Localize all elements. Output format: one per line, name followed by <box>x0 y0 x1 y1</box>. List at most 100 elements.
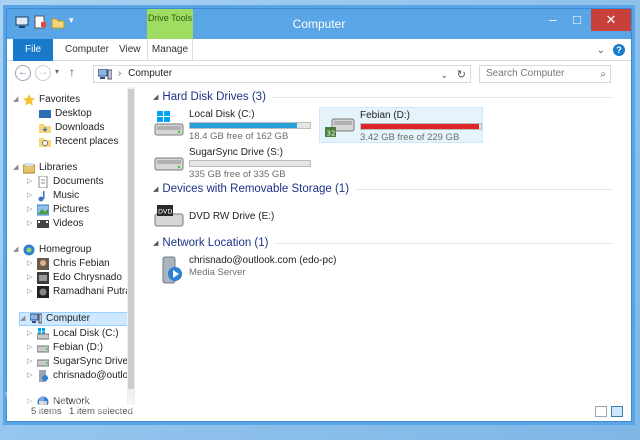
forward-button[interactable]: → <box>35 65 51 81</box>
drive-usage-bar <box>360 123 482 130</box>
nav-favorites[interactable]: ◢ Favorites <box>13 93 80 107</box>
downloads-folder-icon <box>39 122 51 134</box>
media-server-type: Media Server <box>189 267 246 278</box>
svg-text:32: 32 <box>327 130 336 138</box>
maximize-button[interactable]: □ <box>565 9 589 31</box>
expand-ribbon-icon[interactable]: ⌄ <box>597 45 605 56</box>
nav-item-pictures[interactable]: ▷ Pictures <box>27 203 89 217</box>
desktop-icon <box>39 108 51 120</box>
nav-item-label: Chris Febian <box>53 258 110 269</box>
search-icon[interactable]: ⌕ <box>600 67 606 83</box>
drive-tile-dvd-rw-e[interactable]: DVD DVD RW Drive (E:) <box>149 199 313 235</box>
close-button[interactable]: ✕ <box>591 9 631 31</box>
nav-item-label: chrisnado@outlook.c <box>53 370 134 381</box>
group-title: Hard Disk Drives (3) <box>162 91 266 103</box>
nav-item-label: Ramadhani Putra <box>53 286 131 297</box>
nav-item-chris-febian[interactable]: ▷ Chris Febian <box>27 257 110 271</box>
expand-caret-icon[interactable]: ▷ <box>27 271 33 285</box>
help-icon[interactable]: ? <box>613 44 625 56</box>
nav-item-media-server[interactable]: ▷ chrisnado@outlook.c <box>27 369 134 383</box>
nav-item-music[interactable]: ▷ Music <box>27 189 79 203</box>
expand-caret-icon[interactable]: ▷ <box>27 257 33 271</box>
drive-tile-local-disk-c[interactable]: Local Disk (C:) 18.4 GB free of 162 GB <box>149 107 313 143</box>
nav-item-febian-d[interactable]: ▷ Febian (D:) <box>27 341 103 355</box>
large-icons-view-icon[interactable] <box>611 406 623 417</box>
recent-locations-button[interactable]: ▾ <box>55 67 59 76</box>
nav-item-recent-places[interactable]: Recent places <box>39 135 118 149</box>
collapse-caret-icon[interactable]: ◢ <box>13 243 19 257</box>
tab-view[interactable]: View <box>109 39 151 61</box>
hard-drive-icon <box>36 342 50 354</box>
address-field[interactable]: › Computer ⌄ ↻ <box>93 65 471 83</box>
minimize-button[interactable]: – <box>541 9 565 31</box>
user-avatar-icon <box>37 272 49 284</box>
user-avatar-icon <box>37 258 49 270</box>
homegroup-icon <box>23 244 35 256</box>
scrollbar-thumb[interactable] <box>128 89 134 389</box>
hard-drive-icon <box>36 356 50 368</box>
up-button[interactable]: ↑ <box>69 65 75 79</box>
drive-tile-febian-d[interactable]: 32 Febian (D:) 3.42 GB free of 229 GB <box>319 107 483 143</box>
expand-caret-icon[interactable]: ▷ <box>27 355 33 369</box>
nav-item-documents[interactable]: ▷ Documents <box>27 175 104 189</box>
tab-file[interactable]: File <box>13 39 54 61</box>
nav-item-label: Pictures <box>53 204 90 215</box>
expand-caret-icon[interactable]: ▷ <box>27 203 33 217</box>
nav-item-local-disk-c[interactable]: ▷ Local Disk (C:) <box>27 327 119 341</box>
expand-caret-icon[interactable]: ▷ <box>27 285 33 299</box>
expand-caret-icon[interactable]: ▷ <box>27 369 33 383</box>
nav-computer[interactable]: ◢ Computer <box>19 312 129 326</box>
explorer-window: ▾ Drive Tools Computer – □ ✕ File Comput… <box>6 8 632 422</box>
nav-homegroup-label: Homegroup <box>39 244 92 255</box>
details-view-icon[interactable] <box>595 406 607 417</box>
nav-item-label: Desktop <box>55 108 92 119</box>
expand-caret-icon[interactable]: ▷ <box>27 189 33 203</box>
expand-caret-icon[interactable]: ▷ <box>27 175 33 189</box>
group-header-network-location[interactable]: ◢ Network Location (1) <box>153 237 613 249</box>
nav-item-videos[interactable]: ▷ Videos <box>27 217 83 231</box>
nav-item-ramadhani-putra[interactable]: ▷ Ramadhani Putra <box>27 285 131 299</box>
tab-manage[interactable]: Manage <box>147 39 193 61</box>
group-header-removable-storage[interactable]: ◢ Devices with Removable Storage (1) <box>153 183 613 195</box>
back-button[interactable]: ← <box>15 65 31 81</box>
nav-item-desktop[interactable]: Desktop <box>39 107 92 121</box>
ribbon-right-controls: ⌄ ? <box>597 44 625 56</box>
breadcrumb-computer[interactable]: Computer <box>128 68 172 79</box>
nav-item-edo-chrysnado[interactable]: ▷ Edo Chrysnado <box>27 271 122 285</box>
nav-item-label: Documents <box>53 176 104 187</box>
media-server-name: chrisnado@outlook.com (edo-pc) <box>189 255 337 266</box>
drive-free-space: 335 GB free of 335 GB <box>189 169 286 180</box>
group-caret-icon: ◢ <box>153 94 159 101</box>
windows-drive-icon <box>36 328 50 340</box>
libraries-icon <box>22 162 36 174</box>
group-caret-icon: ◢ <box>153 186 159 193</box>
nav-computer-label: Computer <box>46 313 90 324</box>
nav-item-downloads[interactable]: Downloads <box>39 121 104 135</box>
expand-caret-icon[interactable]: ▷ <box>27 217 33 231</box>
collapse-caret-icon[interactable]: ◢ <box>13 161 19 175</box>
breadcrumb-separator: › <box>118 68 122 79</box>
search-placeholder: Search Computer <box>486 68 565 79</box>
refresh-icon[interactable]: ↻ <box>457 67 466 83</box>
group-header-hard-disk-drives[interactable]: ◢ Hard Disk Drives (3) <box>153 91 613 103</box>
drive-usage-bar <box>189 122 311 129</box>
collapse-caret-icon[interactable]: ◢ <box>13 93 19 107</box>
drive-tile-sugarsync-s[interactable]: SugarSync Drive (S:) 335 GB free of 335 … <box>149 145 313 181</box>
group-title: Network Location (1) <box>162 237 269 249</box>
nav-homegroup[interactable]: ◢ Homegroup <box>13 243 91 257</box>
expand-caret-icon[interactable]: ▷ <box>27 327 33 341</box>
address-dropdown-icon[interactable]: ⌄ <box>440 67 448 83</box>
view-switcher <box>595 406 623 417</box>
collapse-caret-icon[interactable]: ◢ <box>20 312 26 326</box>
media-server-tile[interactable]: chrisnado@outlook.com (edo-pc) Media Ser… <box>149 253 369 289</box>
watermark-logo: WinPoin <box>4 386 148 419</box>
nav-item-label: Recent places <box>55 136 119 147</box>
title-bar[interactable]: ▾ Drive Tools Computer – □ ✕ <box>7 9 631 39</box>
nav-item-sugarsync-s[interactable]: ▷ SugarSync Drive (S:) <box>27 355 134 369</box>
search-input[interactable]: Search Computer ⌕ <box>479 65 611 83</box>
drive-name: Local Disk (C:) <box>189 109 255 120</box>
nav-libraries[interactable]: ◢ Libraries <box>13 161 77 175</box>
media-server-icon <box>153 256 185 284</box>
nav-pane-scrollbar[interactable] <box>127 87 135 405</box>
expand-caret-icon[interactable]: ▷ <box>27 341 33 355</box>
